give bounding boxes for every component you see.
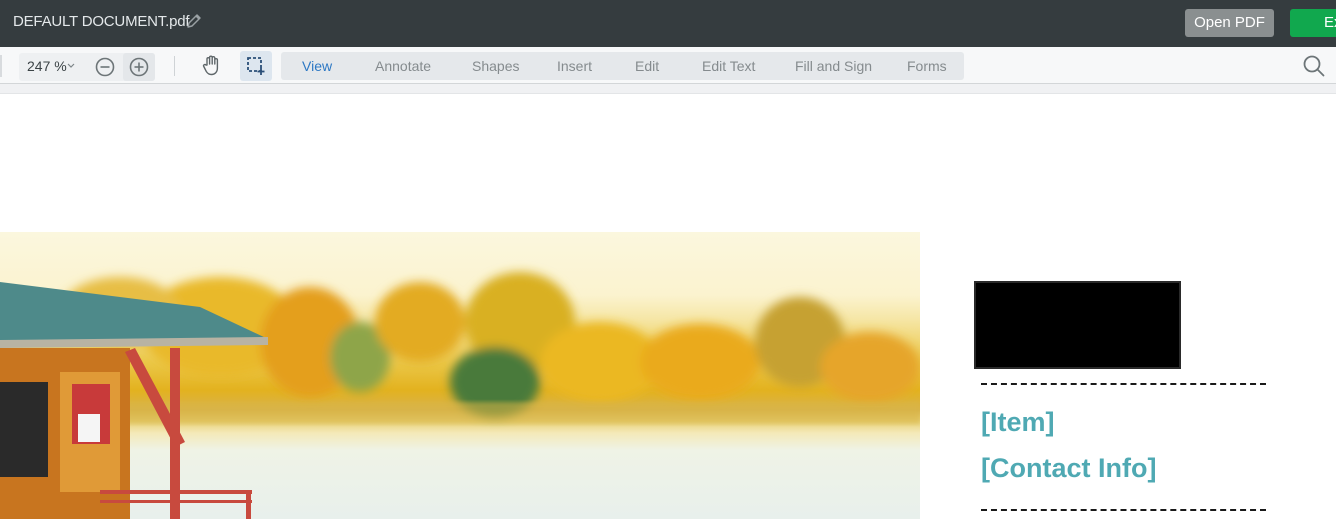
tab-forms[interactable]: Forms xyxy=(907,58,947,74)
pencil-icon[interactable] xyxy=(185,13,202,30)
tab-annotate[interactable]: Annotate xyxy=(375,58,431,74)
mode-tabs: View Annotate Shapes Insert Edit Edit Te… xyxy=(281,52,964,80)
chevron-down-icon[interactable] xyxy=(67,63,75,69)
toolbar: 247 % View Annotate Shapes Insert Edit E… xyxy=(0,47,1336,84)
zoom-in-button[interactable] xyxy=(123,53,155,81)
area-select-button[interactable] xyxy=(240,51,272,81)
toolbar-divider xyxy=(0,55,2,77)
dashed-divider xyxy=(981,509,1266,511)
boathouse-lake-image xyxy=(0,272,920,519)
zoom-controls: 247 % xyxy=(19,53,155,81)
zoom-level-dropdown[interactable]: 247 % xyxy=(27,58,67,74)
title-bar: DEFAULT DOCUMENT.pdf Open PDF Ex xyxy=(0,0,1336,47)
export-button[interactable]: Ex xyxy=(1290,9,1336,37)
tab-view[interactable]: View xyxy=(302,58,332,74)
tab-edit[interactable]: Edit xyxy=(635,58,659,74)
zoom-in-icon[interactable] xyxy=(128,56,150,78)
document-title: DEFAULT DOCUMENT.pdf xyxy=(13,13,190,30)
toolbar-separator xyxy=(174,56,175,76)
toolbar-sub-strip xyxy=(0,84,1336,94)
search-icon[interactable] xyxy=(1302,54,1326,78)
contact-info-placeholder-text[interactable]: [Contact Info] xyxy=(981,453,1156,484)
zoom-out-icon[interactable] xyxy=(94,56,116,78)
pdf-page: [Item] [Contact Info] xyxy=(0,94,1336,519)
tab-insert[interactable]: Insert xyxy=(557,58,592,74)
dashed-divider xyxy=(981,383,1266,385)
document-photo xyxy=(0,232,920,519)
open-pdf-button[interactable]: Open PDF xyxy=(1185,9,1274,37)
area-select-icon xyxy=(247,57,265,75)
tab-shapes[interactable]: Shapes xyxy=(472,58,519,74)
item-placeholder-text[interactable]: [Item] xyxy=(981,407,1055,438)
redacted-logo-block xyxy=(974,281,1181,369)
tab-edit-text[interactable]: Edit Text xyxy=(702,58,755,74)
tab-fill-and-sign[interactable]: Fill and Sign xyxy=(795,58,872,74)
hand-icon[interactable] xyxy=(200,53,224,77)
